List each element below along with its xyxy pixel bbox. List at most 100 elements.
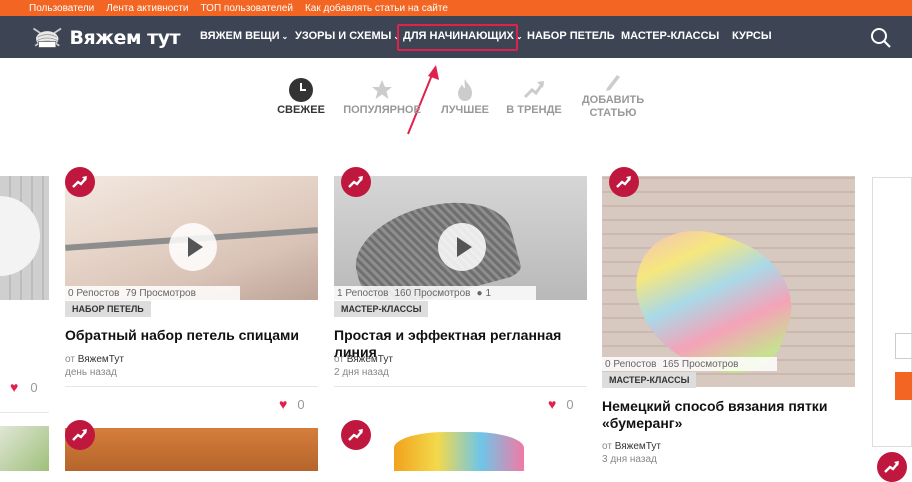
tab-label: ЛУЧШЕЕ — [440, 104, 490, 116]
hot-badge — [341, 167, 371, 197]
logo-yarn-icon — [32, 27, 62, 48]
trend-icon — [348, 176, 363, 188]
tab-label: СВЕЖЕЕ — [277, 104, 325, 116]
tab-label: В ТРЕНДЕ — [506, 104, 562, 116]
chevron-down-icon: ⌄ — [281, 32, 289, 41]
wreath-decoration — [0, 196, 40, 276]
top-links-bar: Пользователи Лента активности ТОП пользо… — [0, 0, 912, 16]
article-title[interactable]: Обратный набор петель спицами — [65, 327, 325, 344]
views-count: 160 Просмотров — [394, 287, 471, 299]
heart-icon: ♥ — [10, 379, 19, 395]
article-stats: 0 Репостов 79 Просмотров — [65, 286, 240, 300]
top-link-how-to-add[interactable]: Как добавлять статьи на сайте — [305, 3, 448, 14]
article-time: 2 дня назад — [334, 367, 389, 378]
pencil-icon — [606, 75, 620, 91]
divider — [334, 386, 587, 387]
views-count: 79 Просмотров — [125, 287, 196, 299]
article-thumbnail — [334, 176, 587, 300]
tab-add-article[interactable]: ДОБАВИТЬ СТАТЬЮ — [578, 70, 648, 120]
article-author: от ВяжемТут — [602, 440, 661, 453]
trend-icon — [348, 429, 363, 441]
site-logo[interactable]: Вяжем тут — [30, 24, 180, 52]
like-count: 0 — [566, 396, 574, 412]
reposts-count: 1 Репостов — [337, 287, 389, 299]
comments-count: 1 — [485, 287, 492, 299]
hot-badge — [609, 167, 639, 197]
hot-badge — [877, 452, 907, 482]
author-prefix: от — [65, 354, 75, 365]
nav-item-patterns[interactable]: УЗОРЫ И СХЕМЫ ⌄ — [295, 30, 400, 42]
divider — [0, 412, 49, 413]
nav-item-label: МАСТЕР-КЛАССЫ — [621, 30, 720, 42]
feed-tabs: СВЕЖЕЕ ПОПУЛЯРНОЕ ЛУЧШЕЕ В ТРЕНДЕ ДОБАВИ… — [0, 75, 912, 136]
article-stats: 0 Репостов 165 Просмотров — [602, 357, 777, 371]
article-thumbnail — [602, 176, 855, 387]
nav-item-label: УЗОРЫ И СХЕМЫ — [295, 30, 392, 42]
tab-popular[interactable]: ПОПУЛЯРНОЕ — [340, 76, 424, 117]
sidebar-widget — [872, 177, 912, 447]
flame-icon — [458, 79, 472, 101]
subscribe-button[interactable] — [895, 372, 912, 400]
nav-item-label: КУРСЫ — [732, 30, 772, 42]
article-thumbnail — [0, 176, 49, 300]
star-icon — [372, 80, 392, 99]
like-button[interactable]: ♥ 0 — [279, 396, 305, 412]
heart-icon: ♥ — [279, 396, 288, 412]
top-link-top-users[interactable]: ТОП пользователей — [201, 3, 293, 14]
nav-item-label: НАБОР ПЕТЕЛЬ — [527, 30, 615, 42]
like-button[interactable]: ♥ 0 — [10, 379, 38, 395]
divider — [65, 386, 318, 387]
hot-badge — [341, 420, 371, 450]
author-prefix: от — [602, 441, 612, 452]
tab-trending[interactable]: В ТРЕНДЕ — [504, 76, 564, 117]
subscribe-email-field[interactable] — [895, 333, 912, 359]
nav-item-label: ВЯЖЕМ ВЕЩИ — [200, 30, 280, 42]
article-time: 3 дня назад — [602, 454, 657, 465]
tab-label: ПОПУЛЯРНОЕ — [343, 104, 421, 116]
tab-fresh[interactable]: СВЕЖЕЕ — [276, 76, 326, 117]
trend-icon — [72, 176, 87, 188]
trend-icon — [72, 429, 87, 441]
like-count: 0 — [297, 396, 305, 412]
article-stats: 1 Репостов 160 Просмотров ● 1 — [334, 286, 536, 300]
clock-icon — [289, 78, 313, 102]
author-link[interactable]: ВяжемТут — [347, 354, 393, 365]
nav-item-master-classes[interactable]: МАСТЕР-КЛАССЫ — [621, 30, 719, 42]
article-author: от ВяжемТут — [65, 353, 124, 366]
nav-item-cast-on[interactable]: НАБОР ПЕТЕЛЬ — [527, 30, 615, 42]
author-prefix: от — [334, 354, 344, 365]
nav-item-courses[interactable]: КУРСЫ — [732, 30, 772, 42]
tab-best[interactable]: ЛУЧШЕЕ — [438, 76, 492, 117]
tab-label: ДОБАВИТЬ СТАТЬЮ — [581, 94, 645, 119]
author-link[interactable]: ВяжемТут — [78, 354, 124, 365]
like-count: 0 — [30, 379, 38, 395]
like-button[interactable]: ♥ 0 — [548, 396, 574, 412]
play-video-icon[interactable] — [169, 223, 217, 271]
knitted-piece — [345, 186, 523, 300]
article-time: день назад — [65, 367, 117, 378]
category-badge[interactable]: МАСТЕР-КЛАССЫ — [334, 301, 429, 317]
author-link[interactable]: ВяжемТут — [615, 441, 661, 452]
trend-icon — [523, 81, 545, 99]
sweater-image — [394, 432, 524, 471]
trend-icon — [616, 176, 631, 188]
comment-icon: ● — [476, 287, 483, 299]
highlight-box — [397, 24, 518, 51]
trend-icon — [884, 461, 899, 473]
play-video-icon[interactable] — [438, 223, 486, 271]
article-thumbnail — [0, 426, 49, 471]
article-thumbnail — [65, 428, 318, 471]
article-thumbnail — [65, 176, 318, 300]
heart-icon: ♥ — [548, 396, 557, 412]
top-link-users[interactable]: Пользователи — [29, 3, 94, 14]
reposts-count: 0 Репостов — [68, 287, 120, 299]
nav-item-knit-things[interactable]: ВЯЖЕМ ВЕЩИ ⌄ — [200, 30, 288, 42]
hot-badge — [65, 167, 95, 197]
logo-text: Вяжем тут — [69, 27, 180, 49]
category-badge[interactable]: НАБОР ПЕТЕЛЬ — [65, 301, 151, 317]
category-badge[interactable]: МАСТЕР-КЛАССЫ — [602, 372, 697, 388]
views-count: 165 Просмотров — [662, 358, 739, 370]
article-title[interactable]: Немецкий способ вязания пятки «бумеранг» — [602, 398, 842, 432]
search-icon[interactable] — [870, 27, 892, 49]
top-link-activity[interactable]: Лента активности — [106, 3, 188, 14]
